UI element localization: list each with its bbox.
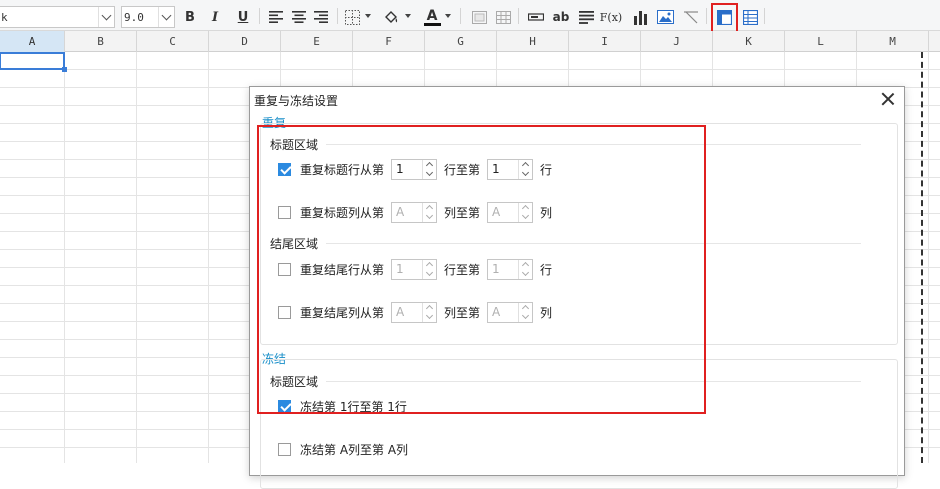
column-header-i[interactable]: I (569, 31, 641, 52)
toolbar: k 9.0 B I U A ab F(x) (0, 0, 940, 31)
toolbar-divider (764, 8, 765, 24)
table-grid-icon[interactable] (493, 7, 513, 27)
column-header-h[interactable]: H (497, 31, 569, 52)
toolbar-divider (259, 8, 260, 24)
dialog-title: 重复与冻结设置 (254, 94, 339, 108)
image-icon[interactable] (655, 7, 675, 27)
paragraph-icon[interactable] (576, 7, 596, 27)
align-right-icon[interactable] (311, 7, 331, 27)
toolbar-divider (518, 8, 519, 24)
chevron-down-icon[interactable] (445, 14, 451, 18)
align-center-icon[interactable] (289, 7, 309, 27)
font-color-swatch (423, 22, 441, 26)
font-name-value: k (1, 10, 8, 24)
chevron-down-icon[interactable] (405, 14, 411, 18)
column-header-e[interactable]: E (281, 31, 353, 52)
align-left-icon[interactable] (266, 7, 286, 27)
column-header-m[interactable]: M (857, 31, 929, 52)
slash-line-icon[interactable] (681, 7, 701, 27)
page-break-line (921, 52, 923, 463)
merge-cells-icon[interactable] (469, 7, 489, 27)
column-header-c[interactable]: C (137, 31, 209, 52)
insert-text-icon[interactable] (526, 7, 546, 27)
column-header-k[interactable]: K (713, 31, 785, 52)
fill-color-icon[interactable] (381, 7, 401, 27)
column-header-b[interactable]: B (65, 31, 137, 52)
column-header-l[interactable]: L (785, 31, 857, 52)
underline-button[interactable]: U (233, 7, 253, 27)
font-color-label: A (426, 7, 438, 24)
repeat-freeze-icon[interactable] (740, 7, 760, 27)
column-header-f[interactable]: F (353, 31, 425, 52)
chevron-down-icon[interactable] (365, 14, 371, 18)
toolbar-divider (706, 8, 707, 24)
chevron-down-icon[interactable] (158, 7, 174, 27)
font-name-select[interactable]: k (0, 6, 115, 28)
bold-button[interactable]: B (180, 7, 200, 27)
freeze-column-label: 冻结第 A列至第 A列 (300, 442, 409, 457)
italic-button[interactable]: I (205, 7, 225, 27)
column-header: A B C D E F G H I J K L M (0, 31, 940, 52)
freeze-column: 冻结第 A列至第 A列 (278, 438, 408, 460)
font-size-value: 9.0 (124, 10, 144, 24)
font-size-select[interactable]: 9.0 (121, 6, 175, 28)
font-color-button[interactable]: A (421, 7, 443, 27)
close-icon[interactable] (880, 91, 896, 107)
column-header-d[interactable]: D (209, 31, 281, 52)
column-header-a[interactable]: A (0, 31, 65, 52)
column-header-j[interactable]: J (641, 31, 713, 52)
border-icon[interactable] (342, 7, 362, 27)
fill-handle[interactable] (62, 67, 67, 72)
toolbar-divider (337, 8, 338, 24)
formula-button[interactable]: F(x) (600, 7, 622, 27)
highlight-box (257, 125, 706, 414)
bar-chart-icon[interactable] (630, 7, 650, 27)
ab-text-button[interactable]: ab (551, 7, 571, 27)
selected-cell-a1[interactable] (0, 52, 67, 72)
freeze-column-checkbox[interactable] (278, 442, 291, 456)
chevron-down-icon[interactable] (98, 7, 114, 27)
toolbar-divider (460, 8, 461, 24)
column-header-g[interactable]: G (425, 31, 497, 52)
